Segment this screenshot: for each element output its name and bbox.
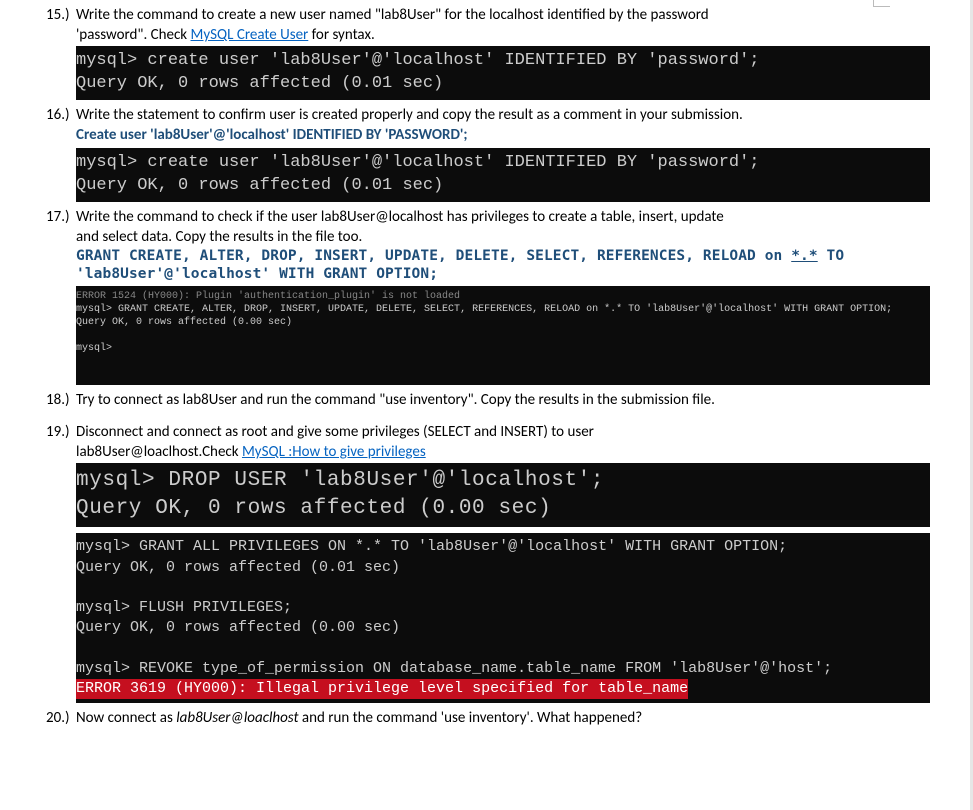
link-mysql-privileges[interactable]: MySQL :How to give privileges bbox=[242, 443, 426, 461]
question-19: 19.) Disconnect and connect as root and … bbox=[46, 423, 930, 704]
question-text-cont: and select data. Copy the results in the… bbox=[76, 228, 930, 246]
question-17: 17.) Write the command to check if the u… bbox=[46, 208, 930, 385]
answer-code: 'lab8User'@'localhost' WITH GRANT OPTION… bbox=[76, 266, 930, 282]
terminal-output: ERROR 1524 (HY000): Plugin 'authenticati… bbox=[76, 286, 930, 385]
question-text: Write the statement to confirm user is c… bbox=[76, 106, 930, 124]
link-mysql-create-user[interactable]: MySQL Create User bbox=[191, 26, 309, 44]
question-number: 17.) bbox=[46, 208, 76, 226]
ruler-mark bbox=[873, 0, 890, 7]
terminal-output: mysql> create user 'lab8User'@'localhost… bbox=[76, 46, 930, 100]
question-number: 15.) bbox=[46, 6, 76, 24]
question-number: 19.) bbox=[46, 423, 76, 441]
answer-code: GRANT CREATE, ALTER, DROP, INSERT, UPDAT… bbox=[76, 248, 930, 264]
question-number: 20.) bbox=[46, 709, 76, 727]
question-number: 18.) bbox=[46, 391, 76, 409]
terminal-output: mysql> DROP USER 'lab8User'@'localhost';… bbox=[76, 463, 930, 528]
question-20: 20.) Now connect as lab8User@loaclhost a… bbox=[46, 709, 930, 727]
question-text: Now connect as lab8User@loaclhost and ru… bbox=[76, 709, 930, 727]
question-15: 15.) Write the command to create a new u… bbox=[46, 6, 930, 100]
question-number: 16.) bbox=[46, 106, 76, 124]
question-16: 16.) Write the statement to confirm user… bbox=[46, 106, 930, 202]
question-text-cont: 'password". Check MySQL Create User for … bbox=[76, 26, 930, 44]
question-text: Write the command to check if the user l… bbox=[76, 208, 930, 226]
question-text: Disconnect and connect as root and give … bbox=[76, 423, 930, 441]
question-text: Write the command to create a new user n… bbox=[76, 6, 930, 24]
question-text-cont: lab8User@loaclhost.Check MySQL :How to g… bbox=[76, 443, 930, 461]
terminal-output: mysql> create user 'lab8User'@'localhost… bbox=[76, 148, 930, 202]
document-page: 15.) Write the command to create a new u… bbox=[0, 0, 973, 810]
question-text: Try to connect as lab8User and run the c… bbox=[76, 391, 930, 409]
terminal-output: mysql> GRANT ALL PRIVILEGES ON *.* TO 'l… bbox=[76, 533, 930, 703]
question-18: 18.) Try to connect as lab8User and run … bbox=[46, 391, 930, 409]
answer-code: Create user 'lab8User'@'localhost' IDENT… bbox=[76, 126, 930, 144]
